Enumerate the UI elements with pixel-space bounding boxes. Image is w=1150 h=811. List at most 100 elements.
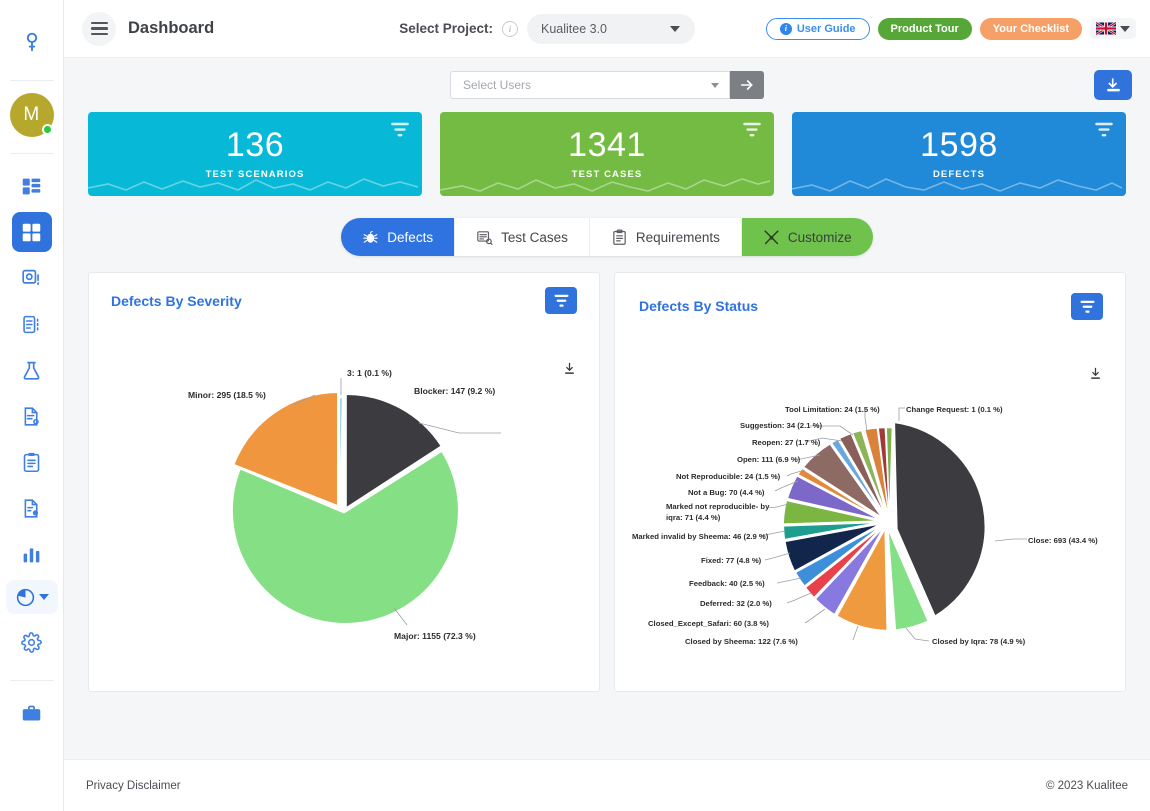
slice-label-closed-by-iqra: Closed by Iqra: 78 (4.9 %) xyxy=(932,637,1026,646)
kpi-card-test-cases[interactable]: 1341 TEST CASES xyxy=(440,112,774,196)
user-guide-button[interactable]: i User Guide xyxy=(765,17,870,40)
project-select[interactable]: Kualitee 3.0 xyxy=(526,13,695,44)
slice-label-major: Major: 1155 (72.3 %) xyxy=(394,631,476,641)
apply-filter-button[interactable] xyxy=(730,71,764,99)
slice-label-closed-except-safari: Closed_Except_Safari: 60 (3.8 %) xyxy=(648,619,769,628)
tab-defects[interactable]: Defects xyxy=(341,218,455,256)
leader-line-close xyxy=(994,538,1027,542)
language-selector[interactable] xyxy=(1090,18,1136,39)
sparkline xyxy=(792,178,1122,192)
search-icon[interactable] xyxy=(12,22,52,62)
sidebar-item-dashboard[interactable] xyxy=(11,212,52,252)
sidebar-item-layout[interactable] xyxy=(12,166,52,206)
funnel-icon[interactable] xyxy=(742,122,762,138)
project-select-label: Select Project: xyxy=(399,21,493,36)
panel-defects-by-severity: Defects By Severity 3: 1 (0.1 %) Blocker… xyxy=(88,272,600,692)
chevron-down-icon xyxy=(711,82,719,88)
tab-requirements[interactable]: Requirements xyxy=(588,218,741,256)
slice-label-close: Close: 693 (43.4 %) xyxy=(1028,536,1098,545)
main-area: Dashboard Select Project: i Kualitee 3.0… xyxy=(64,0,1150,811)
panel-defects-by-status: Defects By Status Tool Limitation: 24 (1… xyxy=(614,272,1126,692)
leader-line-deferred xyxy=(786,592,812,604)
leader-line-feedback xyxy=(776,577,802,584)
select-users-placeholder: Select Users xyxy=(463,78,532,92)
your-checklist-button[interactable]: Your Checklist xyxy=(979,17,1082,40)
rail-divider-top xyxy=(9,80,54,81)
slice-label-marked-not-reproducible-line1: Marked not reproducible- by xyxy=(666,502,770,511)
privacy-disclaimer-link[interactable]: Privacy Disclaimer xyxy=(86,780,181,792)
copyright-text: © 2023 Kualitee xyxy=(1045,779,1128,792)
slice-label-blocker: Blocker: 147 (9.2 %) xyxy=(414,386,495,396)
chevron-down-icon xyxy=(38,594,49,600)
hamburger-icon[interactable] xyxy=(82,11,116,46)
status-pie-chart[interactable]: Tool Limitation: 24 (1.5 %) Suggestion: … xyxy=(615,273,1125,693)
slice-label-suggestion: Suggestion: 34 (2.1 %) xyxy=(740,421,822,430)
pie-slice-3[interactable] xyxy=(339,397,343,510)
sidebar-item-charts[interactable] xyxy=(5,580,58,614)
sidebar-item-test-lab[interactable] xyxy=(12,350,52,390)
slice-label-open: Open: 111 (6.9 %) xyxy=(737,455,801,464)
slice-label-fixed: Fixed: 77 (4.8 %) xyxy=(701,556,762,565)
tab-label: Customize xyxy=(787,229,852,245)
kpi-cards: 136 TEST SCENARIOS 1341 TEST CASES 1598 … xyxy=(64,112,1150,196)
slice-label-reopen: Reopen: 27 (1.7 %) xyxy=(752,438,821,447)
bug-icon xyxy=(363,230,379,243)
project-selector-group: Select Project: i Kualitee 3.0 xyxy=(399,13,695,44)
leader-line-closed-except-safari xyxy=(804,608,826,624)
sparkline xyxy=(88,178,418,191)
funnel-icon[interactable] xyxy=(390,122,410,138)
funnel-icon[interactable] xyxy=(1094,122,1114,138)
kpi-value: 1598 xyxy=(920,126,998,164)
sidebar-item-requirements[interactable] xyxy=(12,396,52,436)
kpi-card-test-scenarios[interactable]: 136 TEST SCENARIOS xyxy=(88,112,422,196)
chevron-down-icon xyxy=(669,25,680,32)
top-bar: Dashboard Select Project: i Kualitee 3.0… xyxy=(64,0,1150,58)
download-icon xyxy=(1106,77,1120,91)
sidebar-item-test-plans[interactable] xyxy=(12,304,52,344)
sidebar-item-workspace[interactable] xyxy=(12,693,52,733)
sidebar-item-settings[interactable] xyxy=(12,622,52,662)
leader-line-blocker xyxy=(418,422,501,434)
sidebar-item-test-cases[interactable] xyxy=(12,442,52,482)
severity-pie-chart[interactable]: 3: 1 (0.1 %) Blocker: 147 (9.2 %) Minor:… xyxy=(89,273,599,693)
page-title: Dashboard xyxy=(128,19,215,37)
info-icon[interactable]: i xyxy=(501,20,518,37)
chevron-down-icon xyxy=(1120,25,1130,32)
leader-line-change-request xyxy=(898,407,905,421)
slice-label-not-reproducible: Not Reproducible: 24 (1.5 %) xyxy=(676,472,781,481)
avatar[interactable]: M xyxy=(9,93,54,137)
sidebar-item-analytics[interactable] xyxy=(12,534,52,574)
slice-label-feedback: Feedback: 40 (2.5 %) xyxy=(689,579,765,588)
status-pie-slices[interactable] xyxy=(782,421,986,632)
tools-icon xyxy=(764,229,779,244)
project-select-value: Kualitee 3.0 xyxy=(540,21,608,36)
tab-customize[interactable]: Customize xyxy=(740,218,873,256)
tab-test-cases[interactable]: Test Cases xyxy=(454,218,589,256)
rail-divider-bottom xyxy=(9,680,54,681)
filter-strip: Select Users xyxy=(64,58,1150,112)
slice-label-marked-not-reproducible-line2: iqra: 71 (4.4 %) xyxy=(666,513,721,522)
kpi-value: 136 xyxy=(225,126,285,164)
user-guide-label: User Guide xyxy=(796,22,856,35)
tab-label: Defects xyxy=(387,229,434,245)
slice-label-change-request: Change Request: 1 (0.1 %) xyxy=(906,405,1003,414)
your-checklist-label: Your Checklist xyxy=(992,22,1069,35)
dashboard-app: M Dashboard Select Project: i Kualitee 3… xyxy=(0,0,1150,811)
sidebar-item-reports[interactable] xyxy=(12,488,52,528)
chart-panels: Defects By Severity 3: 1 (0.1 %) Blocker… xyxy=(64,256,1150,692)
slice-label-not-a-bug: Not a Bug: 70 (4.4 %) xyxy=(688,488,765,497)
tab-label: Requirements xyxy=(635,229,720,245)
slice-label-minor: Minor: 295 (18.5 %) xyxy=(188,390,266,400)
sparkline xyxy=(440,178,770,192)
product-tour-button[interactable]: Product Tour xyxy=(877,17,972,40)
leader-line-fixed xyxy=(764,552,791,561)
info-icon: i xyxy=(779,22,792,35)
sidebar-item-modules[interactable] xyxy=(12,258,52,298)
kpi-value: 1341 xyxy=(568,126,646,164)
slice-label-3: 3: 1 (0.1 %) xyxy=(347,368,392,378)
arrow-right-icon xyxy=(740,80,753,90)
select-users-input[interactable]: Select Users xyxy=(450,71,730,99)
rail-divider-mid xyxy=(9,153,54,154)
kpi-card-defects[interactable]: 1598 DEFECTS xyxy=(792,112,1126,196)
export-dashboard-button[interactable] xyxy=(1094,70,1132,100)
